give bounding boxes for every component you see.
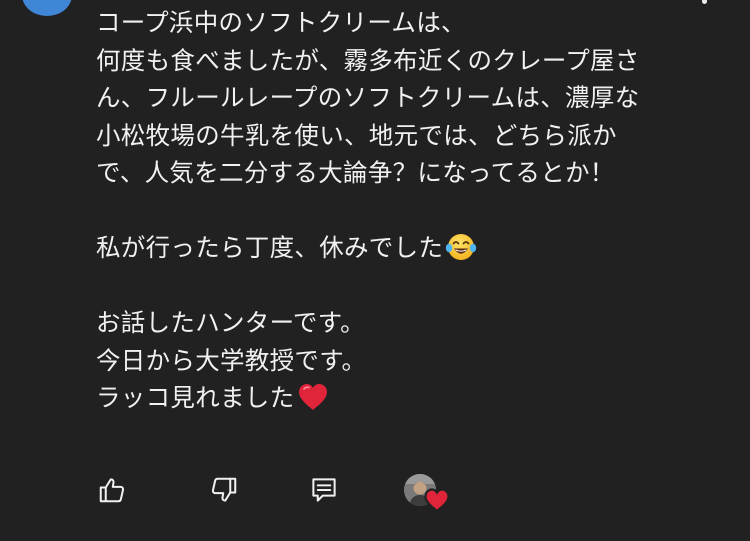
- comment-line: 何度も食べましたが、霧多布近くのクレープ屋さ: [96, 45, 640, 75]
- thumbs-down-icon: [211, 477, 237, 502]
- comment-body: コープ浜中のソフトクリームは、 何度も食べましたが、霧多布近くのクレープ屋さ ん…: [96, 4, 736, 417]
- comment-line: 小松牧場の牛乳を使い、地元では、どちら派か: [96, 120, 617, 150]
- comment-line: コープ浜中のソフトクリームは、: [96, 8, 466, 37]
- creator-heart-badge: [404, 472, 450, 513]
- reply-button[interactable]: [306, 472, 342, 508]
- comment-line: 今日から大学教授です。: [96, 345, 367, 375]
- like-button[interactable]: [96, 472, 128, 508]
- comment-line-text: ラッコ見れました: [96, 383, 295, 412]
- laughing-tears-emoji-icon: [445, 232, 477, 273]
- comment-line: で、人気を二分する大論争？になってるとか！: [96, 158, 615, 187]
- thumbs-up-icon: [99, 478, 125, 503]
- comment-line-text: 私が行ったら丁度、休みでした: [96, 233, 444, 262]
- red-heart-emoji-icon: [296, 382, 330, 423]
- reply-icon: [312, 478, 336, 502]
- comment-line: お話したハンターです。: [96, 308, 365, 337]
- creator-heart-icon: [424, 488, 450, 513]
- comment-line-with-emoji: 私が行ったら丁度、休みでした: [96, 229, 736, 267]
- commenter-avatar[interactable]: [22, 0, 72, 16]
- comment-line: ん、フルールレープのソフトクリームは、濃厚な: [96, 83, 640, 112]
- comment-action-bar: [0, 470, 750, 514]
- comment-line-with-emoji: ラッコ見れました: [96, 379, 736, 417]
- dislike-button[interactable]: [206, 472, 242, 508]
